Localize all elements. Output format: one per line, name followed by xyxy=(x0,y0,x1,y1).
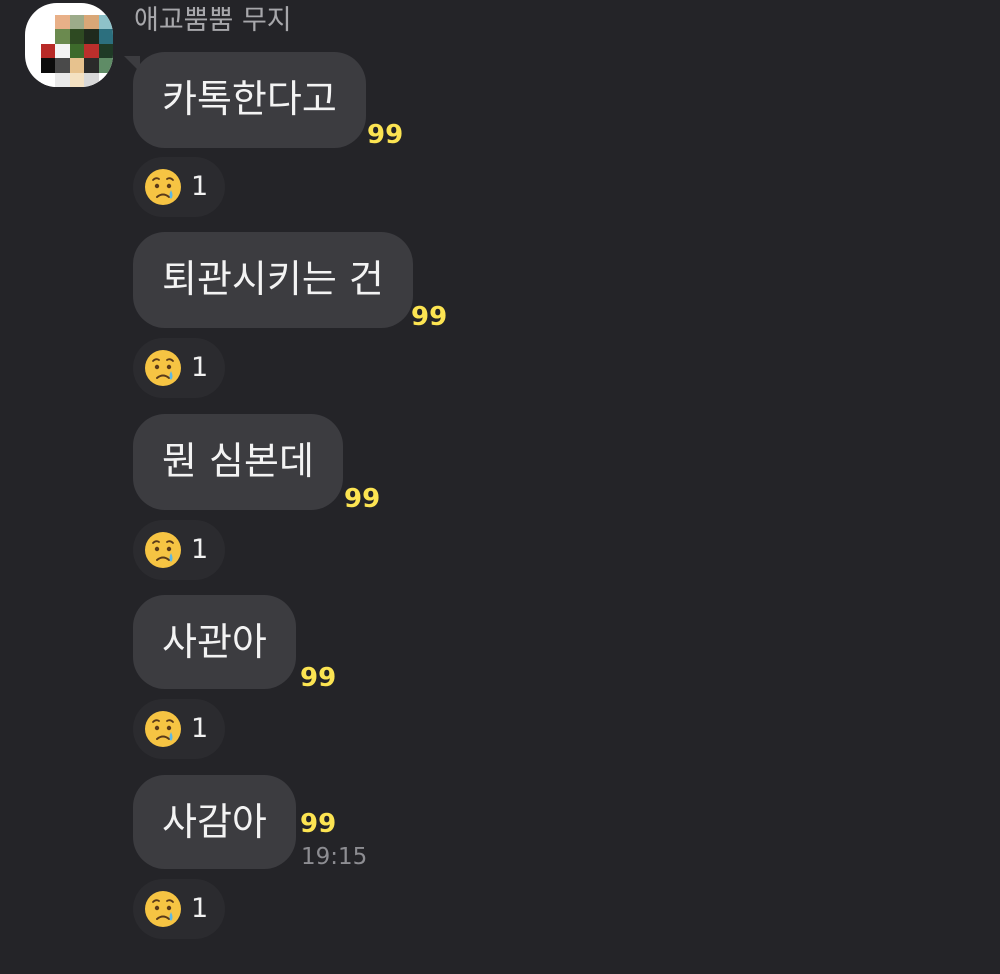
sender-name: 애교뿜뿜 무지 xyxy=(134,5,292,36)
sad-crying-face-icon xyxy=(145,532,181,568)
avatar-pixelated-image xyxy=(41,15,113,87)
message-bubble[interactable]: 퇴관시키는 건 xyxy=(133,232,413,328)
sad-crying-face-icon xyxy=(145,169,181,205)
unread-count: 99 xyxy=(300,663,337,693)
chat-room: 애교뿜뿜 무지 카톡한다고 99 1 퇴관시키는 건 99 1 뭔 심본데 99… xyxy=(0,0,1000,974)
reaction-count: 1 xyxy=(191,893,209,924)
reaction-count: 1 xyxy=(191,534,209,565)
message-timestamp: 19:15 xyxy=(301,844,368,870)
reaction-count: 1 xyxy=(191,713,209,744)
reaction-badge[interactable]: 1 xyxy=(133,520,225,580)
unread-count: 99 xyxy=(344,484,381,514)
sad-crying-face-icon xyxy=(145,891,181,927)
message-bubble[interactable]: 사관아 xyxy=(133,595,296,689)
reaction-badge[interactable]: 1 xyxy=(133,699,225,759)
sad-crying-face-icon xyxy=(145,350,181,386)
unread-count: 99 xyxy=(411,302,448,332)
reaction-count: 1 xyxy=(191,171,209,202)
message-bubble[interactable]: 사감아 xyxy=(133,775,296,869)
unread-count: 99 xyxy=(367,120,404,150)
message-bubble[interactable]: 뭔 심본데 xyxy=(133,414,343,510)
message-bubble[interactable]: 카톡한다고 xyxy=(133,52,366,148)
sad-crying-face-icon xyxy=(145,711,181,747)
avatar[interactable] xyxy=(25,3,113,87)
reaction-count: 1 xyxy=(191,352,209,383)
reaction-badge[interactable]: 1 xyxy=(133,338,225,398)
unread-count: 99 xyxy=(300,809,337,839)
reaction-badge[interactable]: 1 xyxy=(133,157,225,217)
reaction-badge[interactable]: 1 xyxy=(133,879,225,939)
